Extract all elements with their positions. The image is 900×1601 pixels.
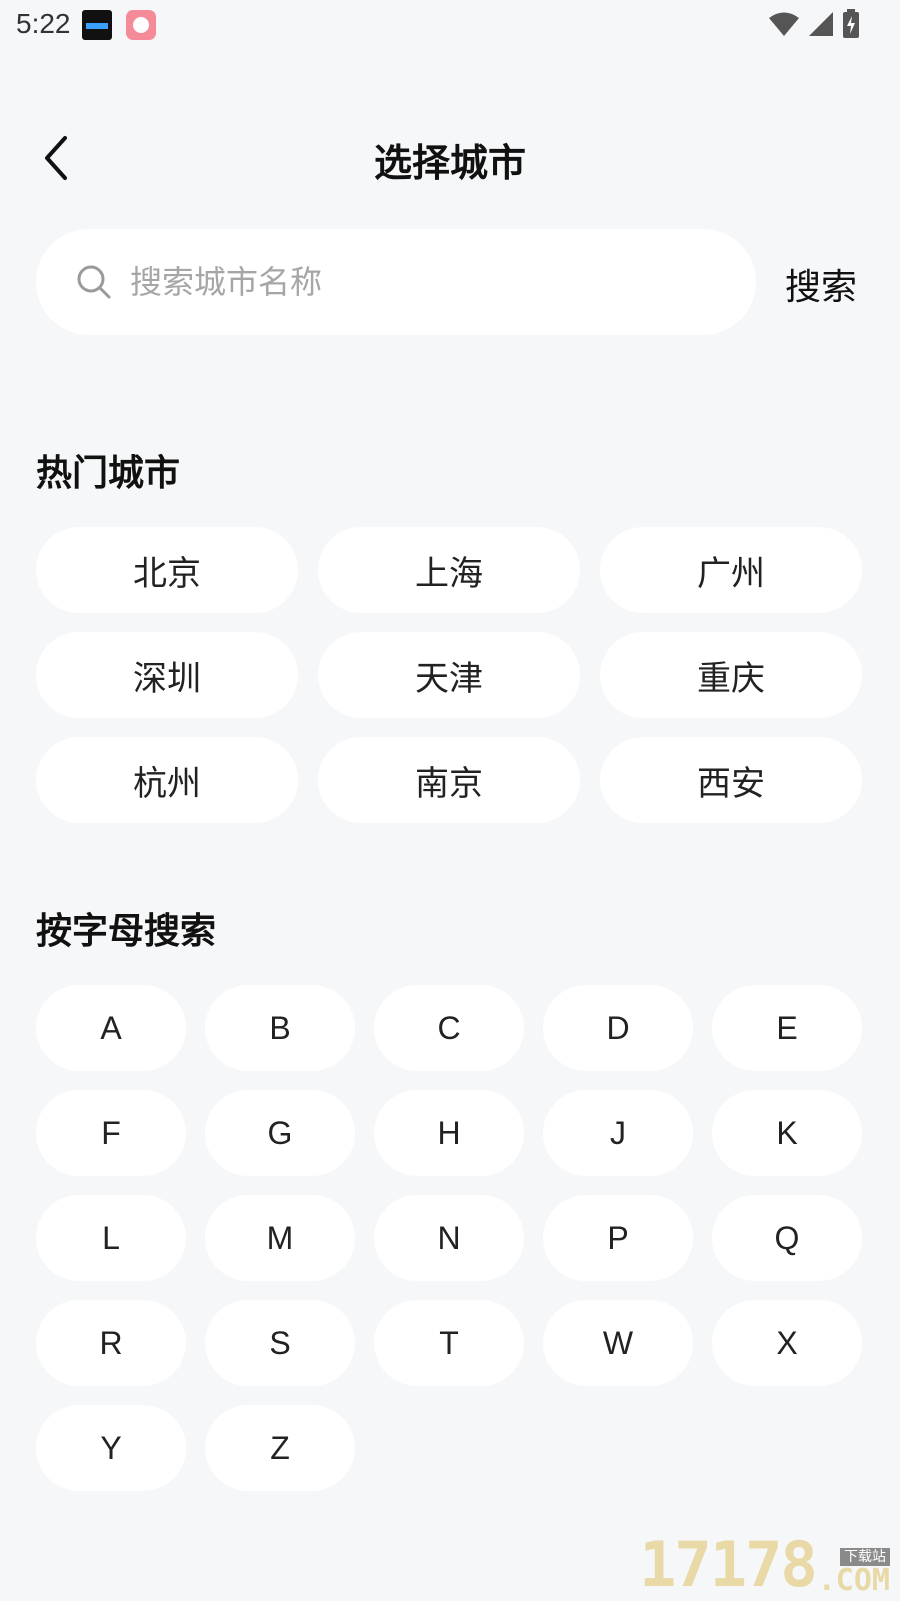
city-chip-tianjin[interactable]: 天津: [318, 632, 580, 718]
search-button[interactable]: 搜索: [785, 258, 857, 310]
city-chip-hangzhou[interactable]: 杭州: [36, 737, 298, 823]
alphabet-title: 按字母搜索: [36, 911, 217, 952]
rice-app-icon: [126, 10, 156, 40]
status-bar: 5:22: [0, 0, 900, 48]
letter-chip-d[interactable]: D: [543, 985, 693, 1071]
city-chip-nanjing[interactable]: 南京: [318, 737, 580, 823]
search-input[interactable]: [128, 251, 756, 313]
letter-chip-x[interactable]: X: [712, 1300, 862, 1386]
page-title: 选择城市: [373, 141, 526, 185]
letter-chip-c[interactable]: C: [374, 985, 524, 1071]
letter-chip-n[interactable]: N: [374, 1195, 524, 1281]
letter-chip-l[interactable]: L: [36, 1195, 186, 1281]
signal-icon: [809, 12, 833, 36]
battery-charging-icon: [843, 9, 859, 38]
letter-chip-z[interactable]: Z: [205, 1405, 355, 1491]
city-chip-xian[interactable]: 西安: [600, 737, 862, 823]
city-chip-guangzhou[interactable]: 广州: [600, 527, 862, 613]
letter-chip-m[interactable]: M: [205, 1195, 355, 1281]
watermark-suffix: .COM: [817, 1563, 890, 1598]
hot-cities-title: 热门城市: [36, 453, 181, 494]
hot-cities-grid: 北京 上海 广州 深圳 天津 重庆 杭州 南京 西安: [36, 527, 862, 823]
city-chip-shanghai[interactable]: 上海: [318, 527, 580, 613]
letter-chip-r[interactable]: R: [36, 1300, 186, 1386]
watermark-right: 下载站 .COM: [818, 1548, 890, 1596]
watermark: 17178 下载站 .COM: [639, 1534, 890, 1596]
watermark-number: 17178: [639, 1528, 818, 1601]
letter-chip-j[interactable]: J: [543, 1090, 693, 1176]
search-box[interactable]: [36, 229, 756, 335]
status-indicators: [768, 8, 860, 40]
letter-chip-g[interactable]: G: [205, 1090, 355, 1176]
letter-chip-y[interactable]: Y: [36, 1405, 186, 1491]
letter-chip-e[interactable]: E: [712, 985, 862, 1071]
letter-chip-k[interactable]: K: [712, 1090, 862, 1176]
letter-chip-w[interactable]: W: [543, 1300, 693, 1386]
wifi-icon: [769, 12, 799, 36]
clock-app-icon: [82, 10, 112, 40]
city-chip-shenzhen[interactable]: 深圳: [36, 632, 298, 718]
header: 选择城市: [0, 118, 900, 198]
letter-chip-t[interactable]: T: [374, 1300, 524, 1386]
city-chip-beijing[interactable]: 北京: [36, 527, 298, 613]
status-time: 5:22: [16, 8, 71, 39]
letter-chip-b[interactable]: B: [205, 985, 355, 1071]
letter-chip-f[interactable]: F: [36, 1090, 186, 1176]
search-icon: [74, 262, 114, 302]
letter-chip-q[interactable]: Q: [712, 1195, 862, 1281]
city-chip-chongqing[interactable]: 重庆: [600, 632, 862, 718]
letter-chip-s[interactable]: S: [205, 1300, 355, 1386]
letter-chip-p[interactable]: P: [543, 1195, 693, 1281]
alphabet-grid: A B C D E F G H J K L M N P Q R S T W X …: [36, 985, 862, 1491]
letter-chip-h[interactable]: H: [374, 1090, 524, 1176]
letter-chip-a[interactable]: A: [36, 985, 186, 1071]
